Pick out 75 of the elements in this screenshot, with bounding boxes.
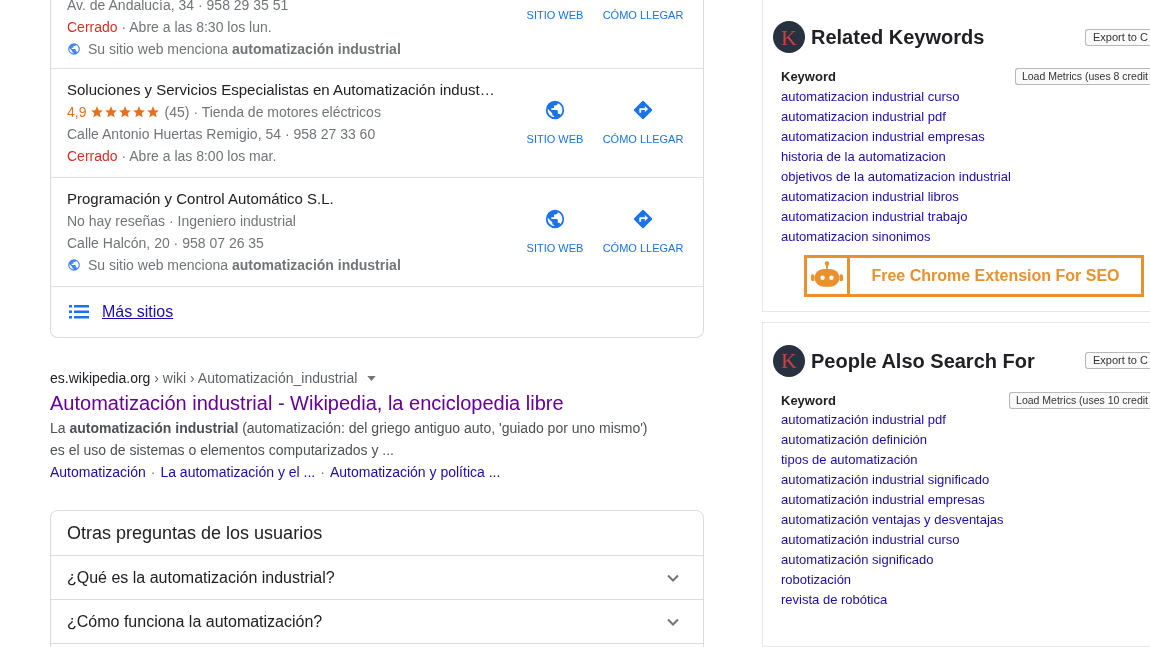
business-name[interactable]: Soluciones y Servicios Especialistas en Automatización indust… [67, 79, 495, 101]
hours-text: Cerrado · Abre a las 8:00 los mar. [67, 147, 278, 166]
address-text: Calle Antonio Huertas Remigio, 54 · 958 27 33 60 [67, 125, 377, 144]
mention-text: Su sitio web menciona automatización industrial [88, 40, 401, 59]
globe-icon [67, 42, 81, 56]
keyword-link[interactable]: revista de robótica [781, 590, 888, 610]
dropdown-arrow-icon[interactable] [367, 375, 377, 381]
separator-dot: · [320, 463, 325, 482]
column-heading: Keyword [781, 68, 836, 86]
reviews-text: (45) [164, 103, 190, 122]
website-button[interactable]: SITIO WEB [511, 98, 599, 148]
panel-title: People Also Search For [811, 348, 1035, 374]
hours-text: Cerrado · Abre a las 8:30 los lun. [67, 18, 273, 37]
result-url[interactable]: es.wikipedia.org › wiki › Automatización_industrial [50, 368, 358, 388]
website-button[interactable]: SITIO WEB [511, 207, 599, 257]
keyword-link[interactable]: robotización [781, 570, 852, 590]
star-icon [90, 105, 105, 119]
reviews-text: No hay reseñas [67, 212, 166, 231]
mention-text: Su sitio web menciona automatización industrial [88, 256, 401, 275]
column-heading: Keyword [781, 391, 836, 410]
keyword-link[interactable]: automatización industrial empresas [781, 490, 985, 510]
address-text: Calle Halcón, 20 · 958 07 26 35 [67, 234, 265, 253]
globe-icon [544, 207, 566, 230]
star-icon [104, 105, 119, 119]
globe-icon [544, 98, 566, 121]
sitelink[interactable]: Automatización y política ... [329, 461, 501, 483]
directions-icon [632, 207, 654, 230]
result-snippet: es el uso de sistemas o elementos computarizados y ... [50, 441, 395, 460]
star-icon [146, 105, 161, 119]
category-text: · Ingeniero industrial [169, 212, 296, 231]
directions-button[interactable]: CÓMO LLEGAR [599, 7, 687, 24]
address-text: Av. de Andalucía, 34 · 958 29 35 51 [67, 0, 290, 15]
directions-button[interactable]: CÓMO LLEGAR [599, 98, 687, 148]
keyword-link[interactable]: automatización industrial curso [781, 530, 960, 550]
category-text: · Tienda de motores eléctricos [193, 103, 381, 122]
directions-button[interactable]: CÓMO LLEGAR [599, 207, 687, 257]
more-places-link[interactable]: Más sitios [102, 300, 174, 324]
export-button[interactable]: Export to C [1084, 352, 1150, 369]
keyword-link[interactable]: automatización definición [781, 430, 927, 450]
panel-title: Related Keywords [811, 25, 985, 50]
promo-text: Free Chrome Extension For SEO [850, 257, 1141, 294]
keyword-link[interactable]: automatización ventajas y desventajas [781, 510, 1004, 530]
website-button[interactable]: SITIO WEB [511, 7, 599, 24]
keyword-link[interactable]: automatizacion industrial libros [781, 186, 959, 207]
star-icon [132, 105, 147, 119]
keyword-link[interactable]: automatizacion industrial trabajo [781, 206, 968, 227]
separator-dot: · [150, 463, 156, 482]
keyword-link[interactable]: automatización significado [781, 550, 934, 570]
business-name[interactable]: Programación y Control Automático S.L. [67, 188, 334, 210]
keyword-link[interactable]: automatizacion sinonimos [781, 226, 931, 247]
logo-icon: K [773, 344, 805, 377]
question-row[interactable]: ¿Cómo funciona la automatización? [51, 600, 703, 644]
result-title-link[interactable]: Automatización industrial - Wikipedia, la enciclopedia libre [50, 389, 704, 417]
globe-icon [67, 258, 81, 272]
keyword-link[interactable]: automatización industrial significado [781, 470, 990, 490]
logo-icon: K [773, 21, 805, 53]
directions-icon [632, 98, 654, 121]
keyword-link[interactable]: automatización industrial pdf [781, 410, 946, 430]
sitelink[interactable]: Automatización [50, 461, 146, 483]
load-metrics-button[interactable]: Load Metrics (uses 8 credit [1014, 68, 1150, 86]
sitelink[interactable]: La automatización y el ... [160, 461, 316, 483]
rating-text: 4,9 [67, 103, 87, 122]
list-icon [69, 305, 89, 319]
question-row[interactable]: ¿Qué es la automatización industrial? [51, 556, 703, 600]
keyword-link[interactable]: automatizacion industrial empresas [781, 126, 985, 147]
keyword-link[interactable]: automatizacion industrial curso [781, 86, 960, 107]
keyword-link[interactable]: objetivos de la automatizacion industrial [781, 166, 1011, 187]
questions-title: Otras preguntas de los usuarios [51, 511, 703, 556]
keyword-link[interactable]: historia de la automatizacion [781, 146, 946, 167]
load-metrics-button[interactable]: Load Metrics (uses 10 credit [1009, 391, 1150, 409]
keyword-link[interactable]: tipos de automatización [781, 450, 918, 470]
export-button[interactable]: Export to C [1084, 28, 1150, 46]
star-icon [118, 105, 133, 119]
keyword-link[interactable]: automatizacion industrial pdf [781, 106, 946, 127]
result-snippet: La automatización industrial (automatización: del griego antiguo auto, 'guiado por uno mismo') [50, 419, 649, 438]
